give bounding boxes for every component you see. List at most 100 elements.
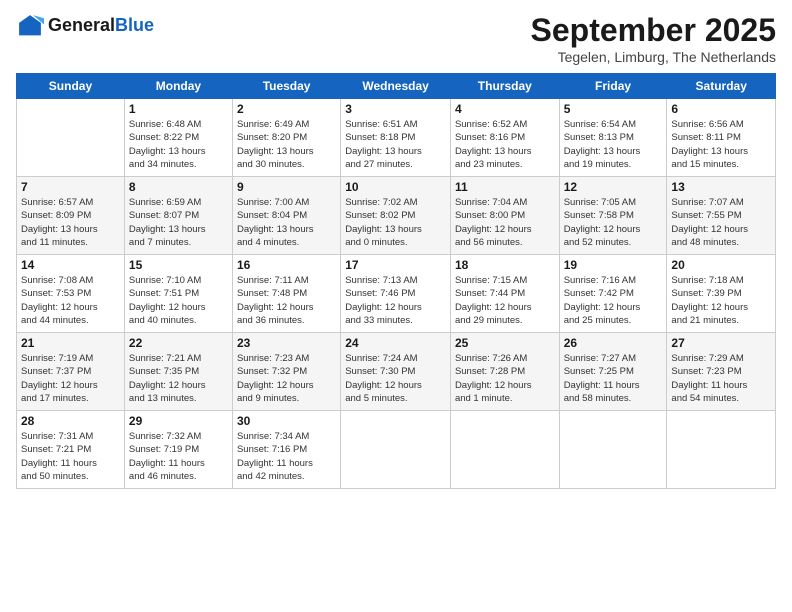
week-row-4: 21 Sunrise: 7:19 AM Sunset: 7:37 PM Dayli… <box>17 333 776 411</box>
calendar-cell: 1 Sunrise: 6:48 AM Sunset: 8:22 PM Daylig… <box>124 99 232 177</box>
calendar-cell: 23Sunrise: 7:23 AM Sunset: 7:32 PM Dayli… <box>232 333 340 411</box>
day-info: Sunrise: 7:34 AM Sunset: 7:16 PM Dayligh… <box>237 430 336 483</box>
calendar-cell: 11 Sunrise: 7:04 AM Sunset: 8:00 PM Dayli… <box>450 177 559 255</box>
calendar-cell: 7 Sunrise: 6:57 AM Sunset: 8:09 PM Daylig… <box>17 177 125 255</box>
header: GeneralBlue September 2025 Tegelen, Limb… <box>16 12 776 65</box>
calendar-cell <box>450 411 559 489</box>
calendar-cell: 9Sunrise: 7:00 AM Sunset: 8:04 PM Daylig… <box>232 177 340 255</box>
day-number: 2 <box>237 102 336 116</box>
day-number: 5 <box>564 102 663 116</box>
day-number: 10 <box>345 180 446 194</box>
calendar-cell <box>17 99 125 177</box>
col-wednesday: Wednesday <box>341 74 451 99</box>
calendar-cell: 29 Sunrise: 7:32 AM Sunset: 7:19 PM Dayli… <box>124 411 232 489</box>
day-number: 22 <box>129 336 228 350</box>
day-number: 29 <box>129 414 228 428</box>
day-number: 21 <box>21 336 120 350</box>
day-info: Sunrise: 7:18 AM Sunset: 7:39 PM Dayligh… <box>671 274 771 327</box>
title-section: September 2025 Tegelen, Limburg, The Net… <box>531 12 776 65</box>
day-info: Sunrise: 7:15 AM Sunset: 7:44 PM Dayligh… <box>455 274 555 327</box>
day-number: 1 <box>129 102 228 116</box>
col-thursday: Thursday <box>450 74 559 99</box>
calendar-cell: 19 Sunrise: 7:16 AM Sunset: 7:42 PM Dayli… <box>559 255 667 333</box>
calendar-cell: 13 Sunrise: 7:07 AM Sunset: 7:55 PM Dayli… <box>667 177 776 255</box>
day-number: 27 <box>671 336 771 350</box>
col-sunday: Sunday <box>17 74 125 99</box>
day-number: 6 <box>671 102 771 116</box>
day-info: Sunrise: 7:02 AM Sunset: 8:02 PM Dayligh… <box>345 196 446 249</box>
calendar-cell: 4 Sunrise: 6:52 AM Sunset: 8:16 PM Daylig… <box>450 99 559 177</box>
day-info: Sunrise: 6:48 AM Sunset: 8:22 PM Dayligh… <box>129 118 228 171</box>
day-info: Sunrise: 7:31 AM Sunset: 7:21 PM Dayligh… <box>21 430 120 483</box>
calendar-cell: 12 Sunrise: 7:05 AM Sunset: 7:58 PM Dayli… <box>559 177 667 255</box>
calendar-cell: 22 Sunrise: 7:21 AM Sunset: 7:35 PM Dayli… <box>124 333 232 411</box>
day-info: Sunrise: 7:08 AM Sunset: 7:53 PM Dayligh… <box>21 274 120 327</box>
day-info: Sunrise: 7:16 AM Sunset: 7:42 PM Dayligh… <box>564 274 663 327</box>
week-row-1: 1 Sunrise: 6:48 AM Sunset: 8:22 PM Daylig… <box>17 99 776 177</box>
logo-blue-text: Blue <box>115 15 154 35</box>
month-title: September 2025 <box>531 12 776 49</box>
day-number: 7 <box>21 180 120 194</box>
day-number: 25 <box>455 336 555 350</box>
day-info: Sunrise: 6:52 AM Sunset: 8:16 PM Dayligh… <box>455 118 555 171</box>
day-number: 18 <box>455 258 555 272</box>
day-number: 8 <box>129 180 228 194</box>
day-number: 12 <box>564 180 663 194</box>
day-info: Sunrise: 7:11 AM Sunset: 7:48 PM Dayligh… <box>237 274 336 327</box>
day-info: Sunrise: 6:54 AM Sunset: 8:13 PM Dayligh… <box>564 118 663 171</box>
calendar-cell: 26Sunrise: 7:27 AM Sunset: 7:25 PM Dayli… <box>559 333 667 411</box>
day-number: 17 <box>345 258 446 272</box>
day-info: Sunrise: 7:04 AM Sunset: 8:00 PM Dayligh… <box>455 196 555 249</box>
calendar-cell: 21 Sunrise: 7:19 AM Sunset: 7:37 PM Dayli… <box>17 333 125 411</box>
calendar-cell <box>341 411 451 489</box>
calendar-cell: 15Sunrise: 7:10 AM Sunset: 7:51 PM Dayli… <box>124 255 232 333</box>
calendar-cell: 24Sunrise: 7:24 AM Sunset: 7:30 PM Dayli… <box>341 333 451 411</box>
logo: GeneralBlue <box>16 12 154 40</box>
day-info: Sunrise: 6:56 AM Sunset: 8:11 PM Dayligh… <box>671 118 771 171</box>
day-number: 13 <box>671 180 771 194</box>
day-number: 23 <box>237 336 336 350</box>
day-number: 16 <box>237 258 336 272</box>
day-info: Sunrise: 7:32 AM Sunset: 7:19 PM Dayligh… <box>129 430 228 483</box>
weekday-header-row: Sunday Monday Tuesday Wednesday Thursday… <box>17 74 776 99</box>
day-info: Sunrise: 7:07 AM Sunset: 7:55 PM Dayligh… <box>671 196 771 249</box>
calendar-cell: 28 Sunrise: 7:31 AM Sunset: 7:21 PM Dayli… <box>17 411 125 489</box>
day-info: Sunrise: 7:19 AM Sunset: 7:37 PM Dayligh… <box>21 352 120 405</box>
day-number: 15 <box>129 258 228 272</box>
calendar-cell: 6 Sunrise: 6:56 AM Sunset: 8:11 PM Daylig… <box>667 99 776 177</box>
calendar-cell: 18 Sunrise: 7:15 AM Sunset: 7:44 PM Dayli… <box>450 255 559 333</box>
day-info: Sunrise: 6:49 AM Sunset: 8:20 PM Dayligh… <box>237 118 336 171</box>
col-tuesday: Tuesday <box>232 74 340 99</box>
day-number: 3 <box>345 102 446 116</box>
logo-general-text: General <box>48 15 115 35</box>
calendar-cell: 8Sunrise: 6:59 AM Sunset: 8:07 PM Daylig… <box>124 177 232 255</box>
day-info: Sunrise: 6:51 AM Sunset: 8:18 PM Dayligh… <box>345 118 446 171</box>
day-number: 4 <box>455 102 555 116</box>
week-row-3: 14 Sunrise: 7:08 AM Sunset: 7:53 PM Dayli… <box>17 255 776 333</box>
day-info: Sunrise: 7:21 AM Sunset: 7:35 PM Dayligh… <box>129 352 228 405</box>
calendar-cell: 2 Sunrise: 6:49 AM Sunset: 8:20 PM Daylig… <box>232 99 340 177</box>
day-number: 30 <box>237 414 336 428</box>
logo-text: GeneralBlue <box>48 16 154 36</box>
calendar-cell: 17 Sunrise: 7:13 AM Sunset: 7:46 PM Dayli… <box>341 255 451 333</box>
day-number: 9 <box>237 180 336 194</box>
calendar-cell: 3 Sunrise: 6:51 AM Sunset: 8:18 PM Daylig… <box>341 99 451 177</box>
day-number: 19 <box>564 258 663 272</box>
day-number: 14 <box>21 258 120 272</box>
day-number: 20 <box>671 258 771 272</box>
day-info: Sunrise: 7:26 AM Sunset: 7:28 PM Dayligh… <box>455 352 555 405</box>
day-number: 11 <box>455 180 555 194</box>
calendar-cell <box>559 411 667 489</box>
week-row-2: 7 Sunrise: 6:57 AM Sunset: 8:09 PM Daylig… <box>17 177 776 255</box>
day-info: Sunrise: 6:57 AM Sunset: 8:09 PM Dayligh… <box>21 196 120 249</box>
calendar-cell: 20 Sunrise: 7:18 AM Sunset: 7:39 PM Dayli… <box>667 255 776 333</box>
day-number: 24 <box>345 336 446 350</box>
calendar-cell: 10 Sunrise: 7:02 AM Sunset: 8:02 PM Dayli… <box>341 177 451 255</box>
col-saturday: Saturday <box>667 74 776 99</box>
page-container: GeneralBlue September 2025 Tegelen, Limb… <box>0 0 792 497</box>
col-monday: Monday <box>124 74 232 99</box>
day-number: 28 <box>21 414 120 428</box>
day-info: Sunrise: 7:13 AM Sunset: 7:46 PM Dayligh… <box>345 274 446 327</box>
day-number: 26 <box>564 336 663 350</box>
day-info: Sunrise: 7:05 AM Sunset: 7:58 PM Dayligh… <box>564 196 663 249</box>
